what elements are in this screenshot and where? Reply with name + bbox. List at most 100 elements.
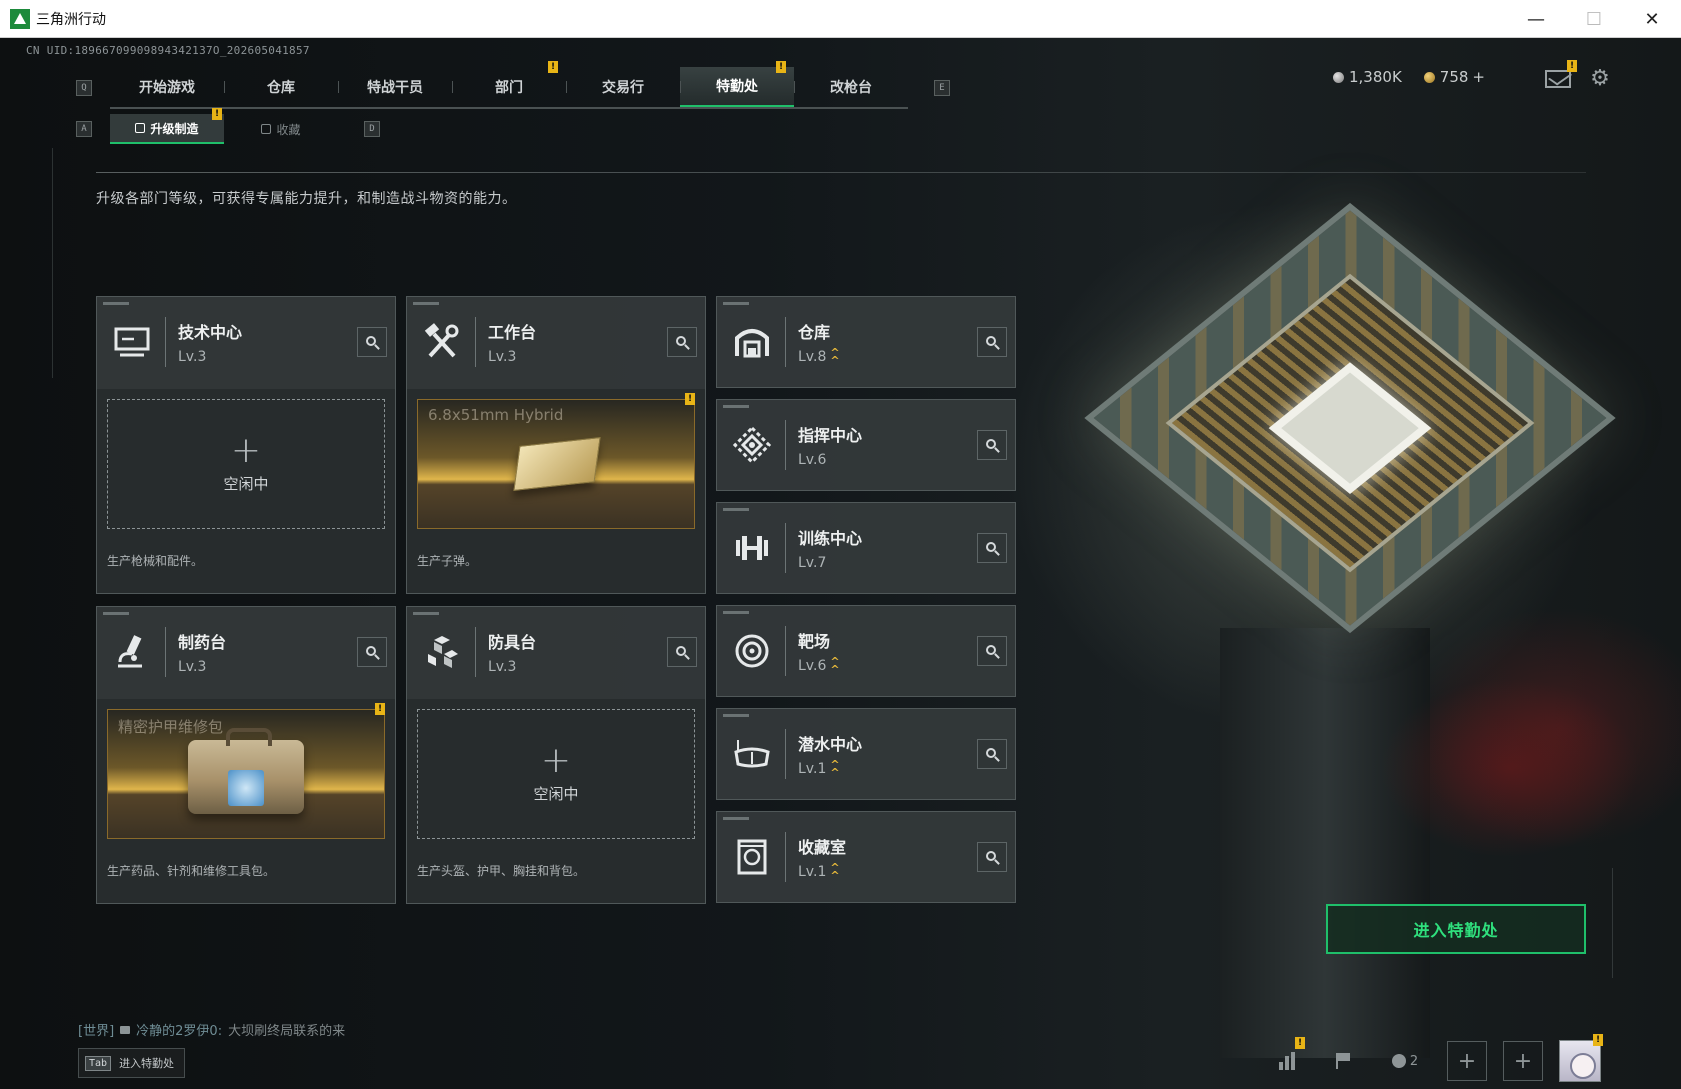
tab-hint-label: 进入特勤处 xyxy=(119,1057,175,1070)
command-icon xyxy=(727,420,777,470)
card-corner-tag xyxy=(723,508,749,511)
search-icon xyxy=(986,542,996,552)
keyhint-q: Q xyxy=(76,80,92,96)
search-icon xyxy=(986,336,996,346)
sub-tab[interactable]: 升级制造! xyxy=(110,108,224,144)
nav-tab-label: 特战干员 xyxy=(367,80,423,96)
inspect-button[interactable] xyxy=(667,327,697,357)
silver-balance: 1,380K xyxy=(1333,68,1402,86)
card-text: 技术中心 Lv.3 xyxy=(178,319,242,365)
inspect-button[interactable] xyxy=(977,842,1007,872)
minimize-button[interactable]: — xyxy=(1507,0,1565,38)
squad-button[interactable]: 2 xyxy=(1379,1041,1431,1081)
invite-slot-button[interactable]: + xyxy=(1503,1041,1543,1081)
card-header[interactable]: 潜水中心 Lv.1 ^ ^ xyxy=(717,709,1015,799)
department-level: Lv.1 ^ ^ xyxy=(798,862,846,881)
item-alert-badge: ! xyxy=(375,703,385,715)
inspect-button[interactable] xyxy=(977,636,1007,666)
chat-line[interactable]: [世界] 冷静的2罗伊0: 大坝刷终局联系的来 xyxy=(78,1020,345,1039)
department-level: Lv.8 ^ ^ xyxy=(798,347,840,366)
card-corner-tag xyxy=(723,611,749,614)
nav-tab[interactable]: 交易行 xyxy=(566,67,680,107)
card-header[interactable]: 防具台 Lv.3 xyxy=(407,607,705,697)
chat-channel: [世界] xyxy=(78,1024,115,1039)
card-header[interactable]: 指挥中心 Lv.6 xyxy=(717,400,1015,490)
nav-tab[interactable]: 特勤处! xyxy=(680,61,794,107)
facility-card: 仓库 Lv.8 ^ ^ xyxy=(716,296,1016,388)
card-header[interactable]: 仓库 Lv.8 ^ ^ xyxy=(717,297,1015,387)
producing-item-slot[interactable]: 6.8x51mm Hybrid xyxy=(417,399,695,529)
card-divider xyxy=(785,729,786,779)
nav-tab[interactable]: 开始游戏 xyxy=(110,67,224,107)
inspect-button[interactable] xyxy=(357,327,387,357)
search-icon xyxy=(986,439,996,449)
card-header[interactable]: 工作台 Lv.3 xyxy=(407,297,705,387)
profile-avatar-button[interactable]: ! xyxy=(1559,1034,1603,1082)
add-currency-button[interactable]: + xyxy=(1472,68,1485,86)
stats-bars-icon xyxy=(1279,1052,1295,1070)
settings-gear-icon[interactable]: ⚙ xyxy=(1589,68,1611,90)
idle-slot[interactable]: + 空闲中 xyxy=(417,709,695,839)
nav-alert-badge: ! xyxy=(548,61,558,73)
department-name: 工作台 xyxy=(488,323,537,342)
idle-slot[interactable]: + 空闲中 xyxy=(107,399,385,529)
inspect-button[interactable] xyxy=(357,637,387,667)
production-description: 生产头盔、护甲、胸挂和背包。 xyxy=(417,864,586,878)
inspect-button[interactable] xyxy=(977,533,1007,563)
bottom-bar: ! 2 + + ! xyxy=(1267,1034,1603,1082)
card-header[interactable]: 训练中心 Lv.7 xyxy=(717,503,1015,593)
nav-tab-label: 部门 xyxy=(495,80,523,96)
invite-slot-button[interactable]: + xyxy=(1447,1041,1487,1081)
enter-special-ops-button[interactable]: 进入特勤处 xyxy=(1326,904,1586,954)
card-divider xyxy=(785,317,786,367)
gold-coin-icon xyxy=(1423,72,1435,83)
search-icon xyxy=(676,646,686,656)
card-text: 潜水中心 Lv.1 ^ ^ xyxy=(798,731,862,778)
keyhint-d: D xyxy=(364,121,380,137)
nav-tab[interactable]: 部门! xyxy=(452,61,566,107)
level-text: Lv.3 xyxy=(178,659,207,675)
close-button[interactable]: ✕ xyxy=(1623,0,1681,38)
nav-alert-badge: ! xyxy=(776,61,786,73)
card-header[interactable]: 制药台 Lv.3 xyxy=(97,607,395,697)
card-header[interactable]: 收藏室 Lv.1 ^ ^ xyxy=(717,812,1015,902)
nav-tab-label: 改枪台 xyxy=(830,80,872,96)
nav-tab[interactable]: 仓库 xyxy=(224,67,338,107)
inspect-button[interactable] xyxy=(977,739,1007,769)
card-text: 靶场 Lv.6 ^ ^ xyxy=(798,628,840,675)
inspect-button[interactable] xyxy=(667,637,697,667)
production-description: 生产子弹。 xyxy=(417,554,478,568)
inspect-button[interactable] xyxy=(977,430,1007,460)
producing-item-slot[interactable]: 精密护甲维修包 xyxy=(107,709,385,839)
search-icon xyxy=(366,336,376,346)
nav-tab[interactable]: 改枪台 xyxy=(794,67,908,107)
item-name: 精密护甲维修包 xyxy=(118,718,224,736)
nav-tab[interactable]: 特战干员 xyxy=(338,67,452,107)
department-level: Lv.7 xyxy=(798,555,862,571)
card-header[interactable]: 技术中心 Lv.3 xyxy=(97,297,395,387)
card-text: 训练中心 Lv.7 xyxy=(798,525,862,571)
reactor-cube xyxy=(1084,202,1616,634)
sub-tab[interactable]: 收藏 xyxy=(224,114,338,144)
add-icon: + xyxy=(230,429,262,471)
tab-hint[interactable]: Tab 进入特勤处 xyxy=(78,1048,186,1078)
inspect-button[interactable] xyxy=(977,327,1007,357)
collection-icon xyxy=(261,124,272,134)
main-nav: Q 开始游戏 仓库 特战干员 部门! 交易行 特勤处! 改枪台 E xyxy=(76,61,950,112)
facility-card: 指挥中心 Lv.6 xyxy=(716,399,1016,491)
goggles-icon xyxy=(727,729,777,779)
stats-button[interactable]: ! xyxy=(1267,1037,1307,1081)
gold-balance[interactable]: 758 + xyxy=(1423,68,1485,86)
flag-button[interactable] xyxy=(1323,1041,1363,1081)
mail-button[interactable]: ! xyxy=(1545,60,1577,88)
reactor-cube-graphic xyxy=(1080,168,1620,728)
card-header[interactable]: 靶场 Lv.6 ^ ^ xyxy=(717,606,1015,696)
department-name: 制药台 xyxy=(178,633,227,652)
hud-line xyxy=(52,148,53,378)
sub-tab-alert-badge: ! xyxy=(212,108,222,120)
maximize-button[interactable]: ☐ xyxy=(1565,0,1623,38)
facility-card: 收藏室 Lv.1 ^ ^ xyxy=(716,811,1016,903)
upgrade-icon xyxy=(135,123,146,133)
production-card: 技术中心 Lv.3 + 空闲中 生产枪械和配件。 xyxy=(96,296,396,594)
facility-card: 靶场 Lv.6 ^ ^ xyxy=(716,605,1016,697)
